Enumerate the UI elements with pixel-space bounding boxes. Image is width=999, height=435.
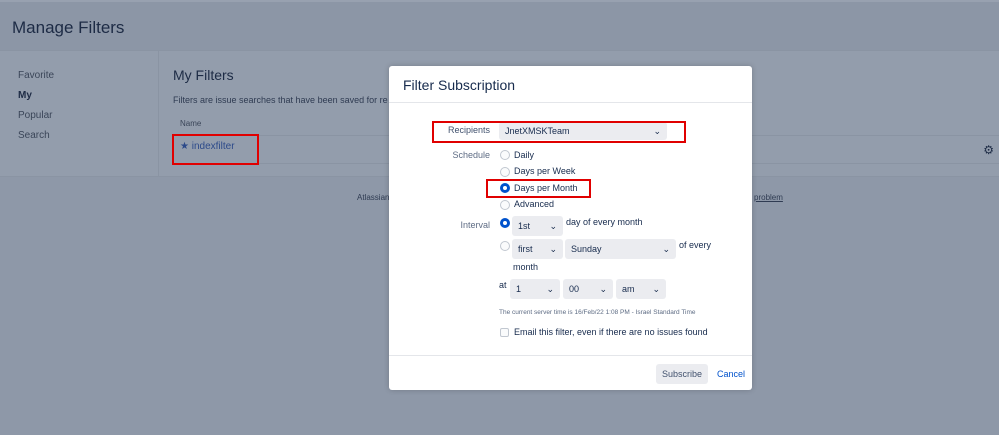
cancel-link[interactable]: Cancel (717, 369, 745, 379)
chevron-down-icon: ⌄ (652, 284, 660, 294)
highlight-box (432, 121, 686, 143)
hour-value: 1 (516, 284, 522, 294)
chevron-down-icon: ⌄ (599, 284, 607, 294)
radio-advanced[interactable] (500, 200, 510, 210)
day-select[interactable]: 1st ⌄ (512, 216, 563, 236)
sidebar-item-favorite[interactable]: Favorite (18, 70, 54, 81)
week-suffix: of every (679, 240, 712, 250)
minute-value: 00 (569, 284, 580, 294)
section-title: My Filters (173, 67, 234, 83)
email-checkbox-label: Email this filter, even if there are no … (514, 327, 708, 337)
filter-subscription-dialog: Filter Subscription Recipients JnetXMSKT… (389, 66, 752, 390)
schedule-label: Schedule (452, 150, 490, 160)
day-value: 1st (518, 221, 531, 231)
highlight-box (486, 179, 591, 198)
radio-day-of-month[interactable] (500, 218, 510, 228)
chevron-down-icon: ⌄ (549, 244, 557, 254)
week-suffix-month: month (513, 262, 539, 272)
gear-icon[interactable]: ⚙ (983, 143, 994, 157)
minute-select[interactable]: 00 ⌄ (563, 279, 613, 299)
week-select[interactable]: first ⌄ (512, 239, 563, 259)
at-label: at (499, 280, 507, 290)
interval-label: Interval (460, 220, 490, 230)
ampm-select[interactable]: am ⌄ (616, 279, 666, 299)
page-title: Manage Filters (12, 18, 125, 37)
divider (389, 102, 752, 103)
radio-label: Advanced (514, 199, 555, 209)
ampm-value: am (622, 284, 635, 294)
day-suffix: day of every month (566, 217, 643, 227)
page-header: Manage Filters (0, 0, 999, 50)
description: Filters are issue searches that have bee… (173, 95, 388, 105)
week-value: first (518, 244, 533, 254)
chevron-down-icon: ⌄ (546, 284, 554, 294)
chevron-down-icon: ⌄ (662, 244, 670, 254)
footer-link[interactable]: problem (754, 193, 783, 202)
divider (389, 355, 752, 356)
weekday-value: Sunday (571, 244, 602, 254)
footer-text: Atlassian (357, 193, 390, 202)
column-header-name: Name (180, 119, 202, 128)
sidebar-item-my[interactable]: My (18, 90, 32, 101)
sidebar: Favorite My Popular Search (0, 51, 159, 177)
chevron-down-icon: ⌄ (549, 221, 557, 231)
email-checkbox[interactable] (500, 328, 509, 337)
radio-days-per-week[interactable] (500, 167, 510, 177)
sidebar-item-search[interactable]: Search (18, 130, 50, 141)
subscribe-button[interactable]: Subscribe (656, 364, 709, 384)
radio-label: Days per Week (514, 166, 576, 176)
weekday-select[interactable]: Sunday ⌄ (565, 239, 676, 259)
radio-label: Daily (514, 150, 535, 160)
highlight-box (172, 134, 259, 165)
dialog-title: Filter Subscription (403, 77, 516, 93)
radio-daily[interactable] (500, 150, 510, 160)
server-time: The current server time is 16/Feb/22 1:0… (499, 309, 696, 316)
hour-select[interactable]: 1 ⌄ (510, 279, 560, 299)
radio-week-of-month[interactable] (500, 241, 510, 251)
sidebar-item-popular[interactable]: Popular (18, 110, 52, 121)
